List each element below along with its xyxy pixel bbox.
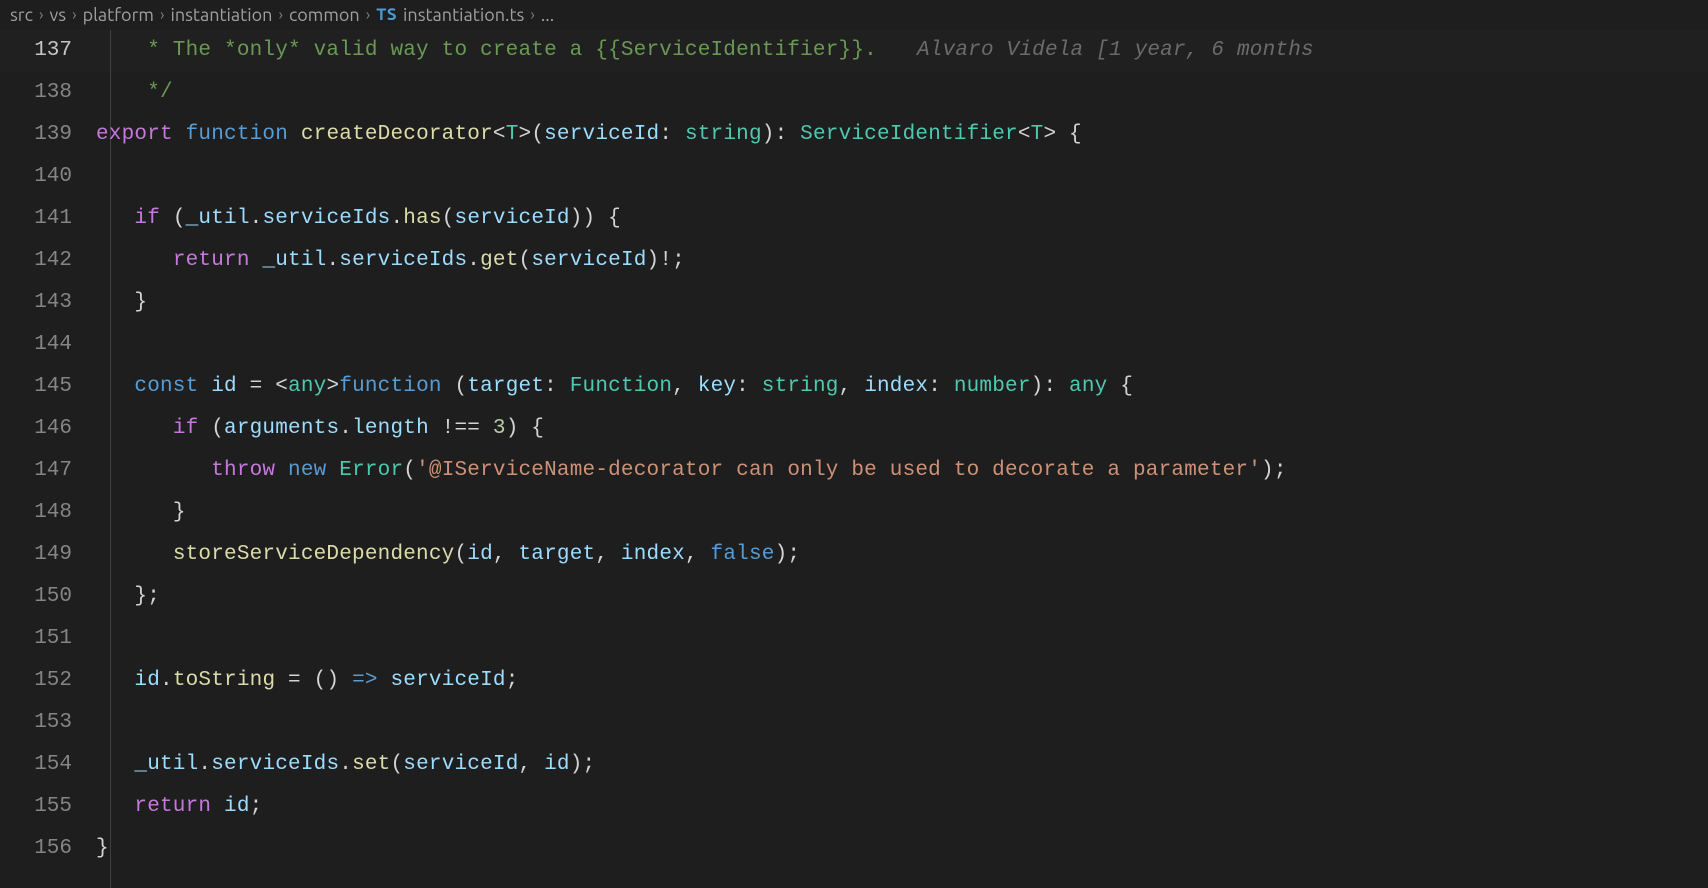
code-line[interactable]: 151 — [0, 618, 1708, 660]
code-content[interactable]: if (_util.serviceIds.has(serviceId)) { — [96, 198, 1708, 240]
line-number: 140 — [0, 156, 96, 198]
breadcrumb-item[interactable]: instantiation — [170, 5, 272, 25]
ts-file-icon: TS — [376, 5, 397, 24]
code-line[interactable]: 148 } — [0, 492, 1708, 534]
code-line[interactable]: 152 id.toString = () => serviceId; — [0, 660, 1708, 702]
code-content[interactable] — [96, 156, 1708, 198]
code-line[interactable]: 147 throw new Error('@IServiceName-decor… — [0, 450, 1708, 492]
code-line[interactable]: 138 */ — [0, 72, 1708, 114]
chevron-right-icon: › — [530, 6, 535, 24]
code-content[interactable]: }; — [96, 576, 1708, 618]
code-line[interactable]: 141 if (_util.serviceIds.has(serviceId))… — [0, 198, 1708, 240]
code-line[interactable]: 142 return _util.serviceIds.get(serviceI… — [0, 240, 1708, 282]
chevron-right-icon: › — [160, 6, 165, 24]
line-number: 138 — [0, 72, 96, 114]
breadcrumb-item[interactable]: vs — [50, 5, 67, 25]
chevron-right-icon: › — [39, 6, 44, 24]
code-content[interactable]: id.toString = () => serviceId; — [96, 660, 1708, 702]
breadcrumb-item[interactable]: common — [289, 5, 360, 25]
code-content[interactable]: } — [96, 282, 1708, 324]
line-number: 145 — [0, 366, 96, 408]
line-number: 147 — [0, 450, 96, 492]
code-content[interactable]: const id = <any>function (target: Functi… — [96, 366, 1708, 408]
code-line[interactable]: 146 if (arguments.length !== 3) { — [0, 408, 1708, 450]
line-number: 142 — [0, 240, 96, 282]
code-content[interactable]: storeServiceDependency(id, target, index… — [96, 534, 1708, 576]
git-blame-annotation: Alvaro Videla [1 year, 6 months — [917, 39, 1314, 62]
breadcrumbs[interactable]: src › vs › platform › instantiation › co… — [0, 0, 1708, 30]
code-content[interactable]: if (arguments.length !== 3) { — [96, 408, 1708, 450]
code-line[interactable]: 150 }; — [0, 576, 1708, 618]
code-content[interactable]: */ — [96, 72, 1708, 114]
line-number: 155 — [0, 786, 96, 828]
code-line[interactable]: 149 storeServiceDependency(id, target, i… — [0, 534, 1708, 576]
code-line[interactable]: 154 _util.serviceIds.set(serviceId, id); — [0, 744, 1708, 786]
code-content[interactable]: * The *only* valid way to create a {{Ser… — [96, 30, 1708, 72]
code-line[interactable]: 155 return id; — [0, 786, 1708, 828]
code-line[interactable]: 145 const id = <any>function (target: Fu… — [0, 366, 1708, 408]
line-number: 148 — [0, 492, 96, 534]
code-line[interactable]: 156} — [0, 828, 1708, 870]
line-number: 154 — [0, 744, 96, 786]
line-number: 152 — [0, 660, 96, 702]
breadcrumb-item[interactable]: platform — [83, 5, 154, 25]
line-number: 150 — [0, 576, 96, 618]
code-line[interactable]: 144 — [0, 324, 1708, 366]
line-number: 151 — [0, 618, 96, 660]
code-content[interactable] — [96, 702, 1708, 744]
code-content[interactable]: export function createDecorator<T>(servi… — [96, 114, 1708, 156]
code-content[interactable]: _util.serviceIds.set(serviceId, id); — [96, 744, 1708, 786]
line-number: 141 — [0, 198, 96, 240]
breadcrumb-item[interactable]: src — [10, 5, 33, 25]
code-content[interactable]: } — [96, 828, 1708, 870]
code-line[interactable]: 137 * The *only* valid way to create a {… — [0, 30, 1708, 72]
code-editor[interactable]: 137 * The *only* valid way to create a {… — [0, 30, 1708, 888]
code-line[interactable]: 140 — [0, 156, 1708, 198]
chevron-right-icon: › — [366, 6, 371, 24]
line-number: 153 — [0, 702, 96, 744]
line-number: 156 — [0, 828, 96, 870]
line-number: 139 — [0, 114, 96, 156]
chevron-right-icon: › — [278, 6, 283, 24]
chevron-right-icon: › — [72, 6, 77, 24]
code-content[interactable]: } — [96, 492, 1708, 534]
breadcrumb-file[interactable]: instantiation.ts — [403, 5, 524, 25]
line-number: 143 — [0, 282, 96, 324]
code-line[interactable]: 153 — [0, 702, 1708, 744]
line-number: 144 — [0, 324, 96, 366]
code-line[interactable]: 139export function createDecorator<T>(se… — [0, 114, 1708, 156]
code-content[interactable] — [96, 324, 1708, 366]
code-content[interactable]: throw new Error('@IServiceName-decorator… — [96, 450, 1708, 492]
code-content[interactable] — [96, 618, 1708, 660]
code-content[interactable]: return _util.serviceIds.get(serviceId)!; — [96, 240, 1708, 282]
line-number: 146 — [0, 408, 96, 450]
line-number: 137 — [0, 30, 96, 72]
code-content[interactable]: return id; — [96, 786, 1708, 828]
breadcrumb-symbol[interactable]: ... — [541, 5, 554, 25]
code-line[interactable]: 143 } — [0, 282, 1708, 324]
line-number: 149 — [0, 534, 96, 576]
